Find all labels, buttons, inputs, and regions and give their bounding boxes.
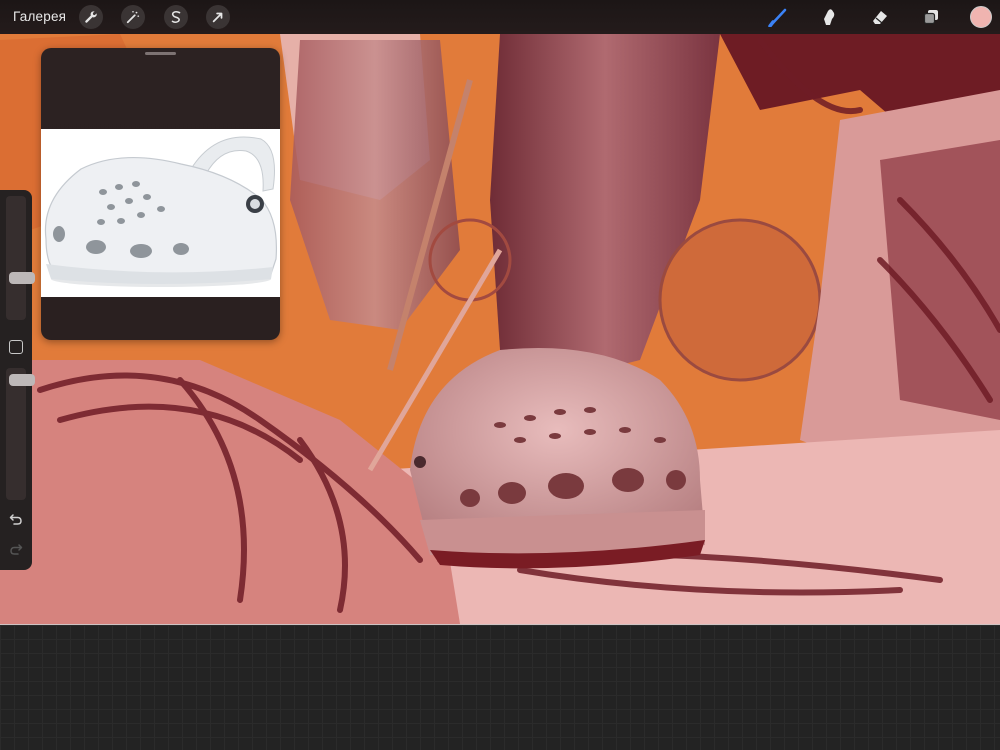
undo-icon — [9, 514, 22, 525]
gallery-button[interactable]: Галерея — [13, 9, 66, 24]
layers-button[interactable] — [918, 5, 944, 29]
procreate-app: Галерея — [0, 0, 1000, 750]
brush-size-slider[interactable] — [6, 196, 35, 320]
white-clog-icon — [44, 136, 278, 287]
grab-handle-icon[interactable] — [145, 52, 176, 55]
reference-window[interactable] — [41, 48, 280, 340]
top-toolbar: Галерея — [0, 0, 1000, 34]
smudge-finger-icon — [824, 9, 835, 25]
adjustments-button[interactable] — [121, 5, 145, 29]
redo-button[interactable] — [6, 540, 26, 558]
wrench-icon — [85, 11, 97, 23]
redo-icon — [10, 544, 23, 555]
brush-icon — [768, 8, 787, 27]
actions-button[interactable] — [79, 5, 103, 29]
magic-wand-icon — [126, 10, 140, 24]
arrow-cursor-icon — [212, 12, 223, 23]
selection-s-icon — [171, 10, 181, 24]
opacity-thumb[interactable] — [9, 374, 35, 386]
opacity-slider[interactable] — [6, 368, 35, 500]
reference-image — [41, 129, 280, 297]
brush-size-thumb[interactable] — [9, 272, 35, 284]
transform-button[interactable] — [206, 5, 230, 29]
layers-icon — [923, 10, 938, 25]
color-picker-button[interactable] — [970, 6, 992, 28]
brush-tool-button[interactable] — [765, 5, 791, 29]
square-icon[interactable] — [9, 340, 23, 354]
left-sidebar — [0, 190, 35, 570]
eraser-icon — [873, 11, 887, 24]
selection-button[interactable] — [164, 5, 188, 29]
eraser-tool-button[interactable] — [867, 5, 893, 29]
undo-button[interactable] — [6, 510, 26, 528]
workspace-background — [0, 624, 1000, 750]
smudge-tool-button[interactable] — [816, 5, 842, 29]
